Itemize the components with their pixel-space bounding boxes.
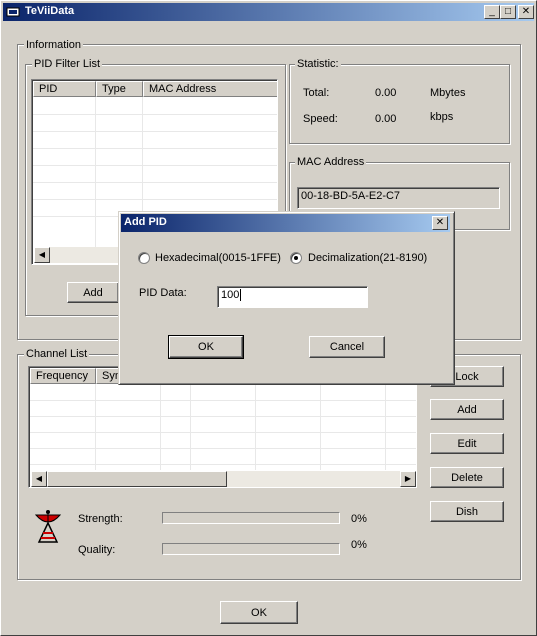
scroll-thumb[interactable] xyxy=(47,471,227,487)
pid-data-value: 100 xyxy=(221,289,240,301)
pid-data-label: PID Data: xyxy=(139,287,187,299)
mac-address-label: MAC Address xyxy=(295,156,367,168)
radio-selected-dot xyxy=(294,256,298,260)
pid-list-header: PID Type MAC Address xyxy=(33,81,277,97)
minimize-button[interactable]: _ xyxy=(484,5,500,19)
grid-line xyxy=(33,199,277,200)
quality-label: Quality: xyxy=(78,544,116,556)
speed-value: 0.00 xyxy=(375,113,397,125)
grid-line xyxy=(385,384,386,470)
strength-value: 0% xyxy=(351,513,367,525)
grid-line xyxy=(95,97,96,247)
total-value: 0.00 xyxy=(375,87,397,99)
main-window: TeViiData _ □ ✕ Information PID Filter L… xyxy=(0,0,537,636)
maximize-button[interactable]: □ xyxy=(500,5,516,19)
grid-line xyxy=(95,384,96,470)
pid-data-input[interactable]: 100 xyxy=(217,286,368,308)
hexadecimal-radio[interactable] xyxy=(138,252,150,264)
add-pid-dialog: Add PID ✕ Hexadecimal(0015-1FFE) Decimal… xyxy=(118,211,455,385)
channel-list-label: Channel List xyxy=(24,348,90,360)
window-title: TeViiData xyxy=(25,5,75,17)
dialog-title-bar[interactable]: Add PID ✕ xyxy=(121,214,450,232)
quality-bar xyxy=(162,543,340,555)
ok-button[interactable]: OK xyxy=(220,601,298,624)
pid-filter-label: PID Filter List xyxy=(32,58,103,70)
strength-bar xyxy=(162,512,340,524)
total-unit: Mbytes xyxy=(430,87,466,99)
grid-line xyxy=(33,182,277,183)
channel-add-button[interactable]: Add xyxy=(430,399,504,420)
grid-line xyxy=(33,131,277,132)
pid-add-button[interactable]: Add xyxy=(67,282,119,303)
column-pid[interactable]: PID xyxy=(33,81,96,97)
strength-label: Strength: xyxy=(78,513,123,525)
grid-line xyxy=(33,165,277,166)
column-mac-address[interactable]: MAC Address xyxy=(143,81,277,97)
grid-line xyxy=(30,400,416,401)
speed-unit: kbps xyxy=(430,111,454,123)
grid-line xyxy=(30,448,416,449)
grid-line xyxy=(320,384,321,470)
edit-button[interactable]: Edit xyxy=(430,433,504,454)
channel-list-hscrollbar[interactable]: ◀ ▶ xyxy=(31,471,416,487)
decimalization-radio[interactable] xyxy=(290,252,302,264)
grid-line xyxy=(33,114,277,115)
title-bar[interactable]: TeViiData _ □ ✕ xyxy=(3,3,534,21)
app-icon xyxy=(6,7,20,17)
total-label: Total: xyxy=(303,87,330,99)
quality-value: 0% xyxy=(351,539,367,551)
delete-button[interactable]: Delete xyxy=(430,467,504,488)
dialog-close-button[interactable]: ✕ xyxy=(432,216,448,230)
grid-line xyxy=(255,384,256,470)
scroll-left-icon[interactable]: ◀ xyxy=(31,471,47,487)
grid-line xyxy=(190,384,191,470)
text-cursor xyxy=(240,289,242,301)
statistic-group xyxy=(289,64,510,144)
scroll-right-icon[interactable]: ▶ xyxy=(400,471,416,487)
satellite-dish-icon xyxy=(34,510,62,543)
scroll-left-icon[interactable]: ◀ xyxy=(34,247,50,263)
statistic-label: Statistic: xyxy=(295,58,341,70)
dialog-ok-button[interactable]: OK xyxy=(168,335,244,359)
decimalization-label[interactable]: Decimalization(21-8190) xyxy=(308,252,427,264)
information-label: Information xyxy=(24,39,84,51)
grid-line xyxy=(30,464,416,465)
dialog-title: Add PID xyxy=(124,216,167,228)
dish-button[interactable]: Dish xyxy=(430,501,504,522)
column-type[interactable]: Type xyxy=(96,81,143,97)
speed-label: Speed: xyxy=(303,113,338,125)
grid-line xyxy=(30,432,416,433)
grid-line xyxy=(160,384,161,470)
mac-address-field[interactable]: 00-18-BD-5A-E2-C7 xyxy=(297,187,500,209)
grid-line xyxy=(33,148,277,149)
grid-line xyxy=(30,416,416,417)
close-button[interactable]: ✕ xyxy=(518,5,534,19)
hexadecimal-label[interactable]: Hexadecimal(0015-1FFE) xyxy=(155,252,281,264)
column-frequency[interactable]: Frequency xyxy=(30,368,96,384)
dialog-cancel-button[interactable]: Cancel xyxy=(309,336,385,358)
